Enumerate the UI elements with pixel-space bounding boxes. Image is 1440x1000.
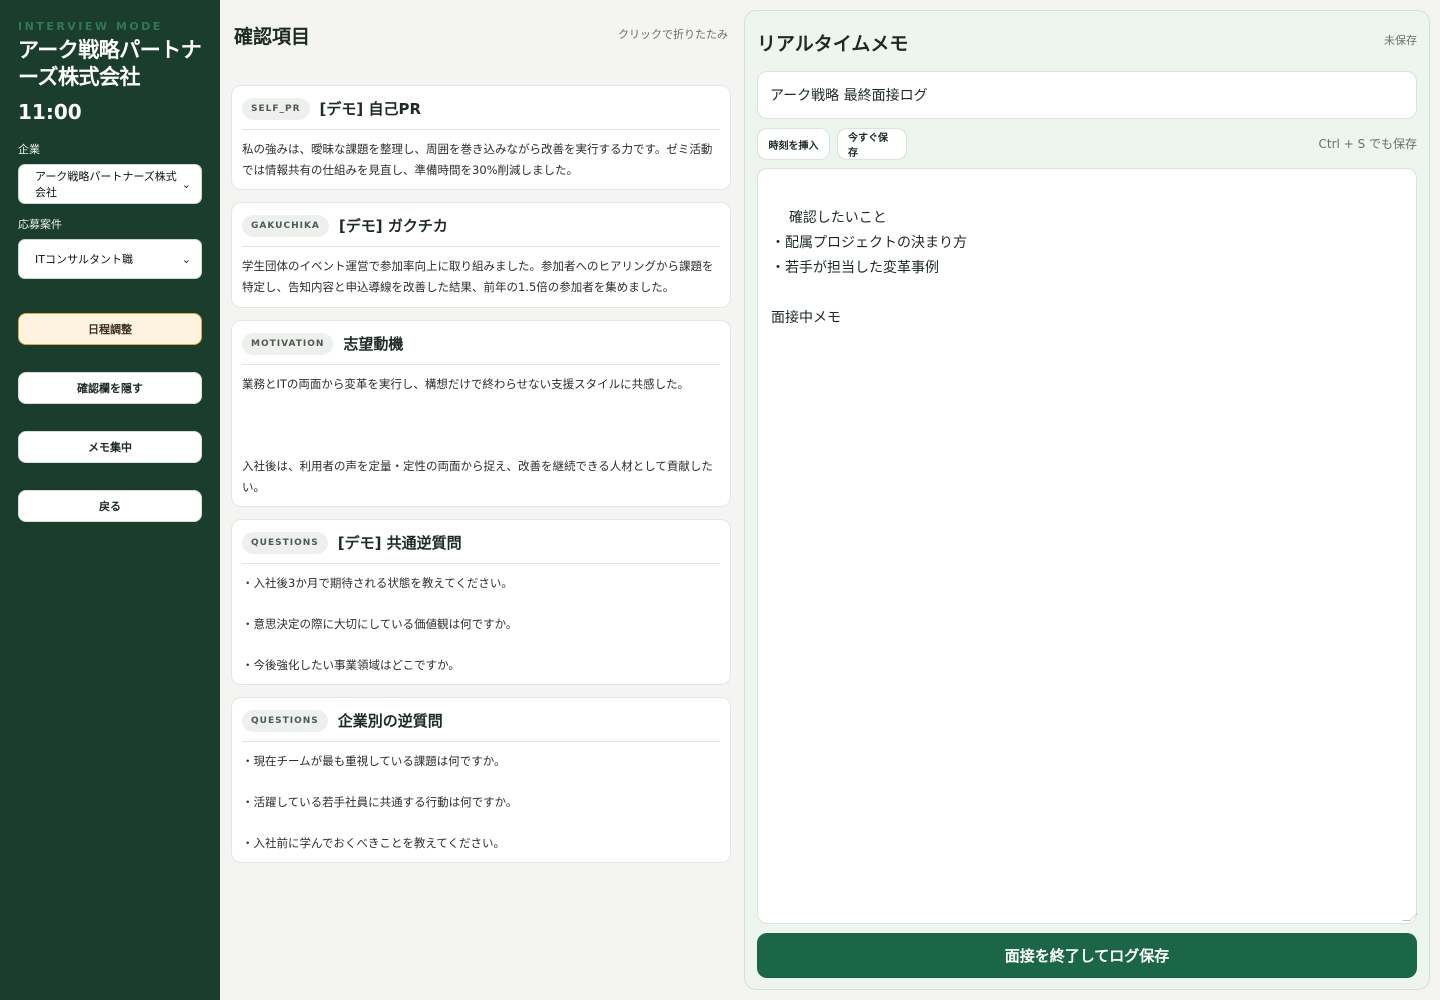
card-body: 私の強みは、曖昧な課題を整理し、周囲を巻き込みながら改善を実行する力です。ゼミ活… [242, 142, 713, 177]
position-select-value: ITコンサルタント職 [35, 253, 133, 266]
checklist-title: 確認項目 [234, 26, 311, 48]
card-tag: SELF_PR [242, 97, 310, 120]
checklist-card-company-questions[interactable]: QUESTIONS 企業別の逆質問 ・現在チームが最も重視している課題は何ですか… [231, 697, 731, 863]
mode-label: INTERVIEW MODE [18, 20, 163, 33]
card-title: [デモ] 共通逆質問 [337, 534, 462, 552]
card-tag: MOTIVATION [242, 332, 334, 355]
card-body: ・入社後3か月で期待される状態を教えてください。 ・意思決定の際に大切にしている… [242, 576, 518, 672]
checklist-header: 確認項目 クリックで折りたたみ [234, 22, 728, 50]
card-header[interactable]: MOTIVATION 志望動機 [242, 331, 720, 365]
end-interview-button[interactable]: 面接を終了してログ保存 [757, 933, 1417, 978]
card-title: 企業別の逆質問 [337, 712, 443, 730]
shortcut-hint: Ctrl + S でも保存 [1318, 137, 1417, 151]
card-tag: GAKUCHIKA [242, 214, 329, 237]
card-header[interactable]: SELF_PR [デモ] 自己PR [242, 96, 720, 130]
position-select[interactable]: ITコンサルタント職 ⌄ [18, 239, 202, 279]
card-tag: QUESTIONS [242, 531, 328, 554]
log-title-input[interactable]: アーク戦略 最終面接ログ [757, 71, 1417, 119]
interview-time: 11:00 [18, 100, 82, 124]
card-header[interactable]: GAKUCHIKA [デモ] ガクチカ [242, 213, 720, 247]
hide-checklist-button[interactable]: 確認欄を隠す [18, 372, 202, 404]
chevron-down-icon: ⌄ [181, 252, 191, 266]
company-title: アーク戦略パートナーズ株式会社 [18, 38, 202, 89]
memo-focus-button[interactable]: メモ集中 [18, 431, 202, 463]
card-body: ・現在チームが最も重視している課題は何ですか。 ・活躍している若手社員に共通する… [242, 754, 518, 850]
realtime-memo-panel: リアルタイムメモ 未保存 アーク戦略 最終面接ログ 時刻を挿入 今すぐ保存 Ct… [744, 10, 1430, 990]
memo-textarea[interactable]: 確認したいこと ・配属プロジェクトの決まり方 ・若手が担当した変革事例 面接中メ… [757, 168, 1418, 924]
card-title: [デモ] ガクチカ [338, 217, 448, 235]
back-button[interactable]: 戻る [18, 490, 202, 522]
chevron-down-icon: ⌄ [181, 177, 191, 191]
checklist-card-motivation[interactable]: MOTIVATION 志望動機 業務とITの両面から変革を実行し、構想だけで終わ… [231, 320, 731, 507]
save-status: 未保存 [1384, 34, 1417, 47]
schedule-button[interactable]: 日程調整 [18, 313, 202, 345]
memo-content: 確認したいこと ・配属プロジェクトの決まり方 ・若手が担当した変革事例 面接中メ… [771, 210, 967, 326]
card-header[interactable]: QUESTIONS [デモ] 共通逆質問 [242, 530, 720, 564]
card-title: [デモ] 自己PR [319, 100, 422, 118]
card-body: 学生団体のイベント運営で参加率向上に取り組みました。参加者へのヒアリングから課題… [242, 259, 714, 294]
card-header[interactable]: QUESTIONS 企業別の逆質問 [242, 708, 720, 742]
checklist-card-self-pr[interactable]: SELF_PR [デモ] 自己PR 私の強みは、曖昧な課題を整理し、周囲を巻き込… [231, 85, 731, 190]
checklist-card-common-questions[interactable]: QUESTIONS [デモ] 共通逆質問 ・入社後3か月で期待される状態を教えて… [231, 519, 731, 685]
company-select-value: アーク戦略パートナーズ株式会社 [35, 170, 177, 199]
memo-title: リアルタイムメモ [757, 33, 909, 55]
card-title: 志望動機 [343, 335, 404, 353]
checklist-card-gakuchika[interactable]: GAKUCHIKA [デモ] ガクチカ 学生団体のイベント運営で参加率向上に取り… [231, 202, 731, 308]
card-tag: QUESTIONS [242, 709, 328, 732]
resize-handle-icon[interactable] [1402, 913, 1418, 921]
save-now-button[interactable]: 今すぐ保存 [837, 128, 907, 160]
insert-time-button[interactable]: 時刻を挿入 [757, 128, 830, 160]
card-body: 業務とITの両面から変革を実行し、構想だけで終わらせない支援スタイルに共感した。… [242, 377, 713, 494]
company-label: 企業 [18, 143, 40, 156]
company-select[interactable]: アーク戦略パートナーズ株式会社 ⌄ [18, 164, 202, 204]
position-label: 応募案件 [18, 218, 62, 231]
collapse-hint: クリックで折りたたみ [618, 28, 728, 41]
